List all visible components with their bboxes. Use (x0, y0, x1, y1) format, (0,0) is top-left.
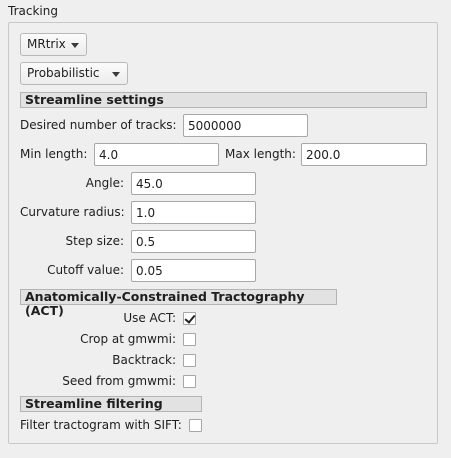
sift-checkbox[interactable] (189, 419, 202, 432)
chevron-down-icon (112, 72, 120, 77)
min-length-label: Min length: (20, 147, 88, 161)
desired-tracks-label: Desired number of tracks: (20, 118, 177, 132)
section-header-act: Anatomically-Constrained Tractography (A… (20, 289, 337, 318)
cutoff-value-label: Cutoff value: (47, 263, 124, 277)
angle-input[interactable] (131, 172, 256, 195)
chevron-down-icon (71, 43, 79, 48)
step-size-input[interactable] (131, 230, 256, 253)
method-select[interactable]: Probabilistic (20, 62, 128, 85)
angle-label: Angle: (85, 176, 124, 190)
software-select[interactable]: MRtrix (20, 33, 87, 56)
max-length-input[interactable] (301, 143, 427, 166)
desired-tracks-input[interactable] (183, 114, 308, 137)
use-act-label: Use ACT: (123, 311, 176, 325)
section-header-streamline-settings: Streamline settings (20, 92, 427, 108)
use-act-checkbox[interactable] (183, 312, 196, 325)
cutoff-value-input[interactable] (131, 259, 256, 282)
backtrack-label: Backtrack: (112, 353, 176, 367)
seed-gmwmi-label: Seed from gmwmi: (62, 374, 176, 388)
seed-gmwmi-checkbox[interactable] (183, 375, 196, 388)
step-size-label: Step size: (65, 234, 124, 248)
curvature-radius-label: Curvature radius: (20, 205, 125, 219)
sift-label: Filter tractogram with SIFT: (20, 418, 182, 432)
group-title: Tracking (8, 4, 58, 18)
max-length-label: Max length: (225, 147, 296, 161)
crop-gmwmi-checkbox[interactable] (183, 333, 196, 346)
method-select-value: Probabilistic (27, 66, 100, 80)
min-length-input[interactable] (94, 143, 219, 166)
backtrack-checkbox[interactable] (183, 354, 196, 367)
curvature-radius-input[interactable] (131, 201, 256, 224)
section-header-streamline-filtering: Streamline filtering (20, 396, 202, 412)
checkmark-icon (184, 312, 196, 324)
software-select-value: MRtrix (27, 37, 66, 51)
crop-gmwmi-label: Crop at gmwmi: (80, 332, 176, 346)
